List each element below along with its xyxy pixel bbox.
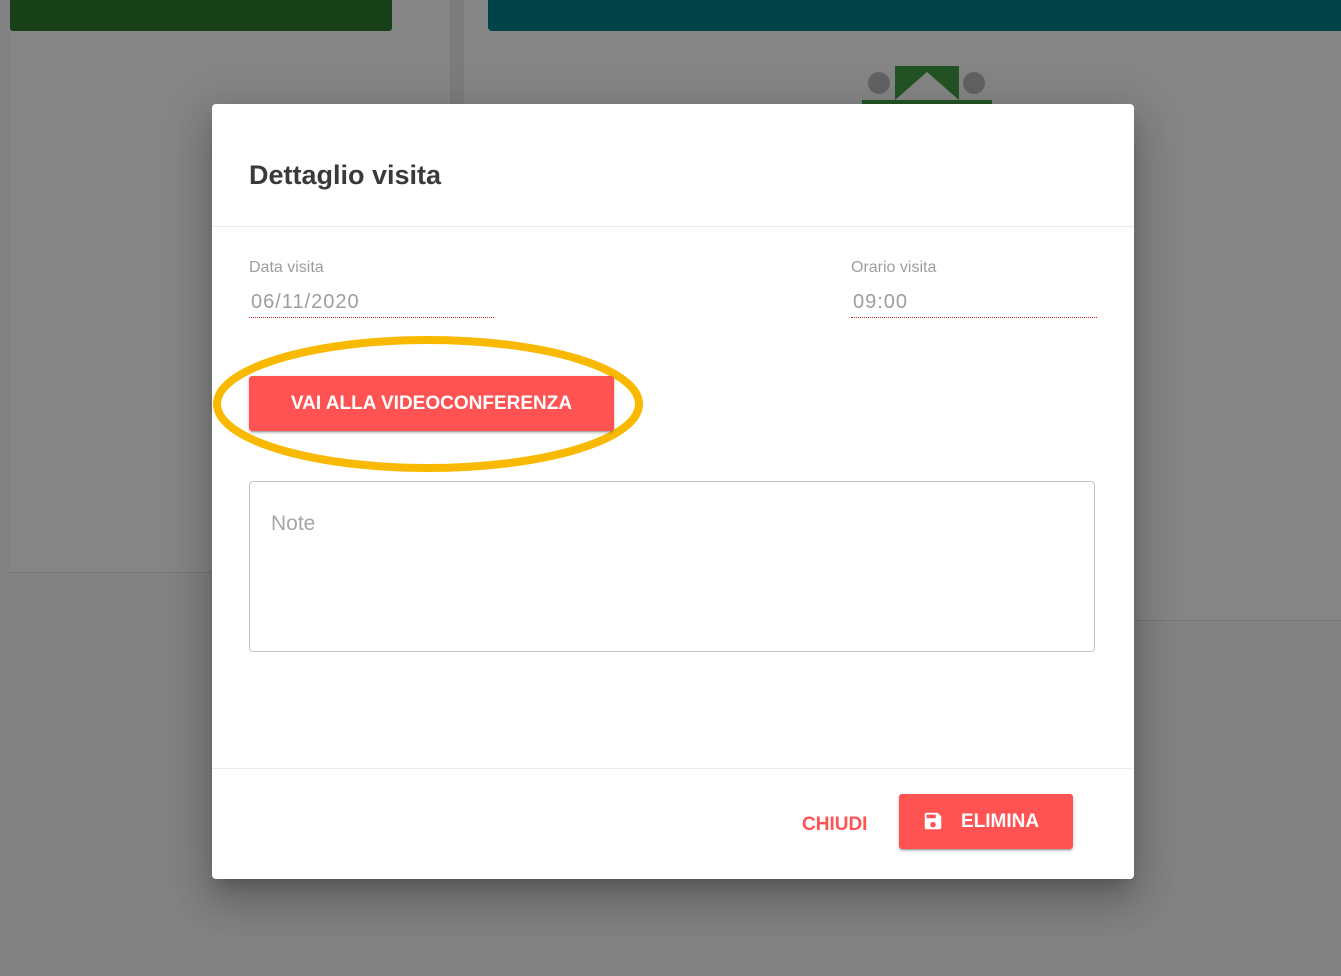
notes-textarea[interactable]: Note bbox=[249, 481, 1095, 652]
dialog-title: Dettaglio visita bbox=[249, 160, 442, 190]
delete-button-label: ELIMINA bbox=[961, 811, 1040, 832]
visit-time-field: Orario visita 09:00 bbox=[851, 259, 1097, 318]
visit-time-label: Orario visita bbox=[851, 259, 937, 276]
notes-placeholder: Note bbox=[271, 512, 316, 535]
close-button[interactable]: CHIUDI bbox=[792, 801, 877, 849]
visit-date-label: Data visita bbox=[249, 259, 324, 276]
visit-detail-dialog: Dettaglio visita Data visita 06/11/2020 … bbox=[212, 104, 1134, 879]
delete-button[interactable]: ELIMINA bbox=[899, 794, 1073, 849]
visit-date-value[interactable]: 06/11/2020 bbox=[249, 291, 494, 318]
dialog-header: Dettaglio visita bbox=[212, 104, 1134, 227]
visit-date-field: Data visita 06/11/2020 bbox=[249, 259, 494, 318]
go-to-videoconference-button[interactable]: VAI ALLA VIDEOCONFERENZA bbox=[249, 376, 614, 431]
save-icon bbox=[924, 812, 942, 830]
dialog-footer: CHIUDI ELIMINA bbox=[212, 768, 1134, 880]
visit-time-value[interactable]: 09:00 bbox=[851, 291, 1097, 318]
